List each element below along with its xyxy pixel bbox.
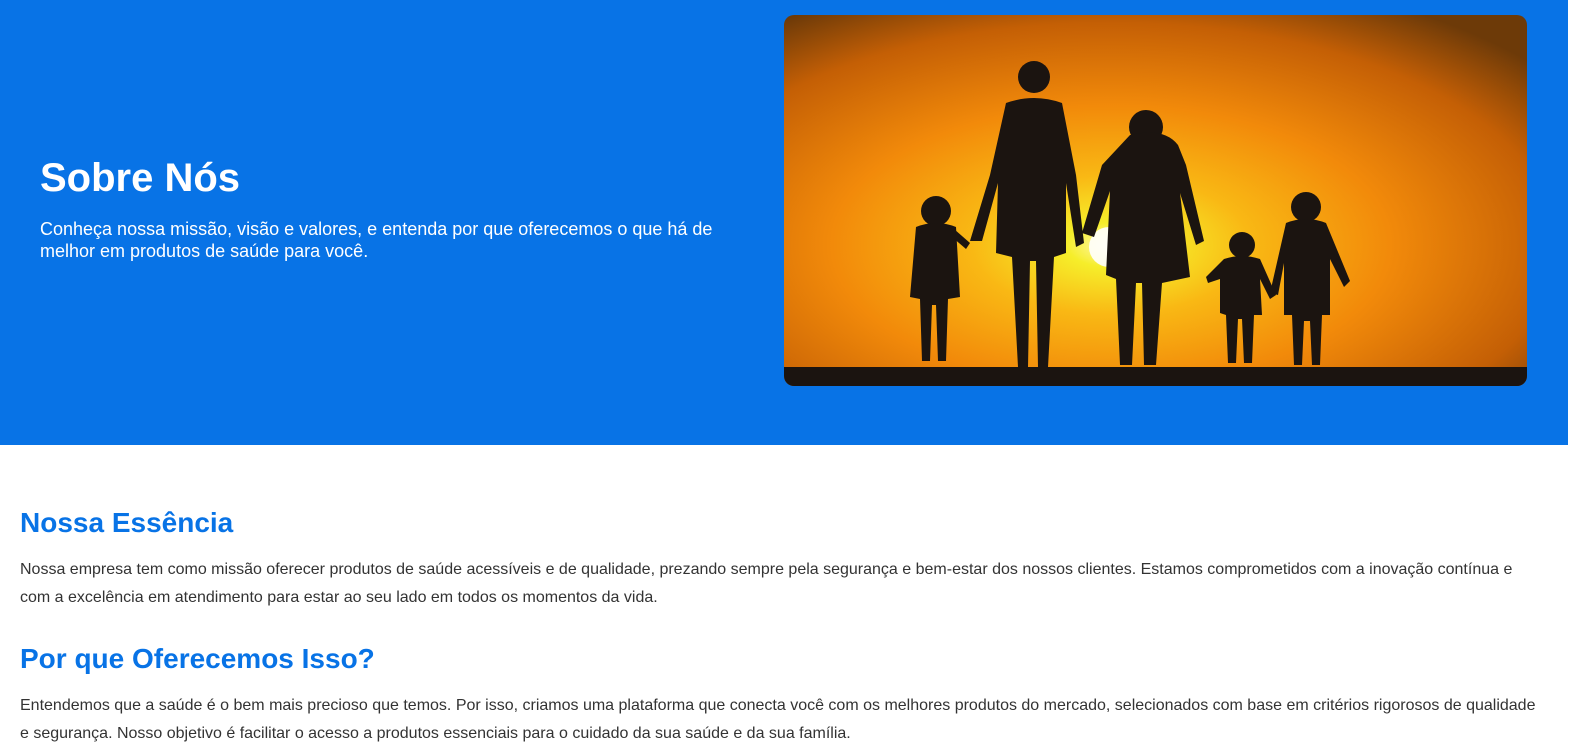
family-sunset-image <box>784 15 1527 386</box>
about-content: Nossa Essência Nossa empresa tem como mi… <box>20 500 1540 748</box>
page-title: Sobre Nós <box>40 156 241 200</box>
section-text-essencia: Nossa empresa tem como missão oferecer p… <box>20 561 1513 606</box>
hero-subtitle: Conheça nossa missão, visão e valores, e… <box>40 219 713 261</box>
section-text-por-que: Entendemos que a saúde é o bem mais prec… <box>20 697 1536 742</box>
section-title-essencia: Nossa Essência <box>20 507 234 538</box>
hero-banner: Sobre Nós Conheça nossa missão, visão e … <box>0 0 1568 445</box>
family-sunset-illustration <box>784 15 1527 386</box>
page-scrollbar[interactable] <box>1568 0 1587 756</box>
section-title-por-que: Por que Oferecemos Isso? <box>20 643 375 674</box>
hero-text-block: Sobre Nós Conheça nossa missão, visão e … <box>40 150 770 262</box>
